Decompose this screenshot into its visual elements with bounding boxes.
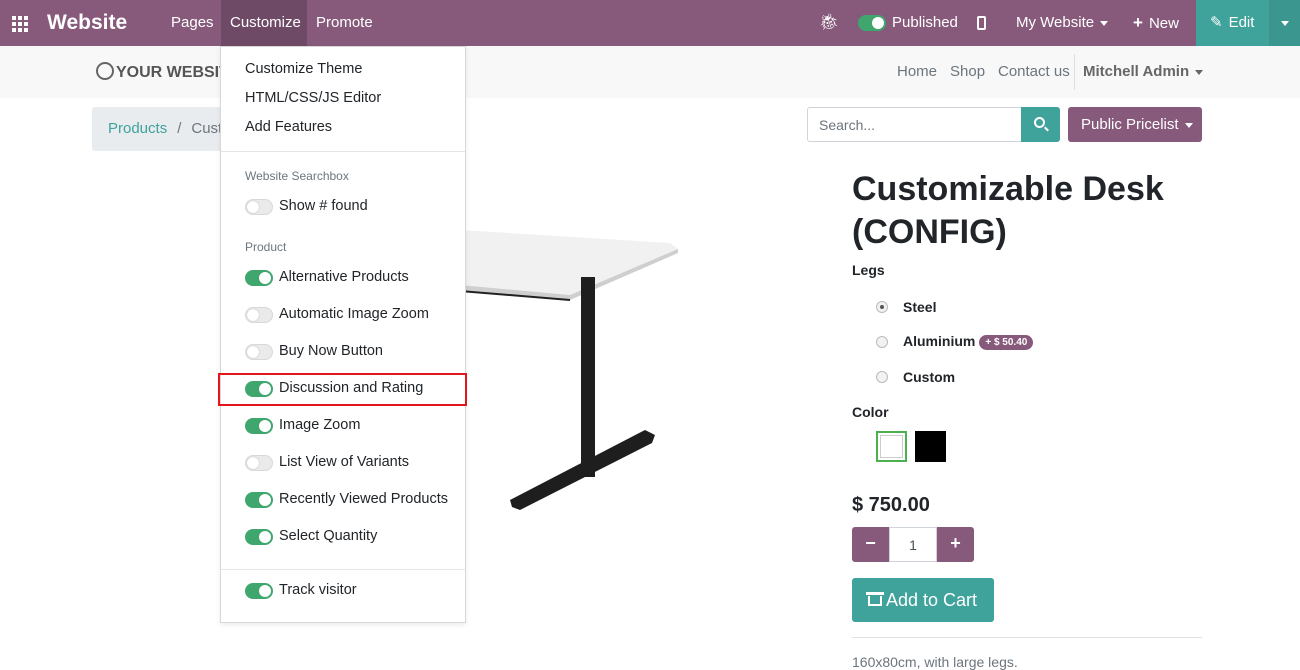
legs-radio-steel[interactable] bbox=[876, 301, 888, 313]
option-label: Track visitor bbox=[279, 582, 357, 598]
toggle-switch[interactable] bbox=[245, 418, 273, 434]
search-icon bbox=[1034, 117, 1045, 128]
option-image-zoom[interactable]: Image Zoom bbox=[221, 411, 465, 441]
search-button[interactable] bbox=[1021, 107, 1060, 142]
legs-option-aluminium[interactable]: Aluminium + $ 50.40 bbox=[903, 333, 1034, 350]
product-description: 160x80cm, with large legs. bbox=[852, 654, 1018, 670]
toggle-switch[interactable] bbox=[245, 199, 273, 215]
color-label: Color bbox=[852, 404, 889, 420]
chevron-down-icon bbox=[1100, 20, 1109, 26]
legs-option-aluminium-label: Aluminium bbox=[903, 333, 976, 349]
product-price: $ 750.00 bbox=[852, 494, 930, 516]
toggle-switch[interactable] bbox=[245, 307, 273, 323]
pencil-icon: ✎ bbox=[1210, 14, 1223, 31]
cart-icon bbox=[866, 592, 884, 606]
option-label: Show # found bbox=[279, 198, 368, 214]
breadcrumb-products[interactable]: Products bbox=[108, 120, 167, 137]
toggle-switch[interactable] bbox=[245, 492, 273, 508]
menu-customize[interactable]: Customize bbox=[221, 0, 307, 46]
menu-divider bbox=[221, 151, 465, 152]
option-label: Alternative Products bbox=[279, 269, 409, 285]
app-title[interactable]: Website bbox=[47, 0, 127, 46]
apps-grid-icon[interactable] bbox=[12, 0, 30, 46]
product-image[interactable] bbox=[440, 225, 690, 525]
menu-divider bbox=[221, 569, 465, 570]
website-switcher[interactable]: My Website bbox=[1016, 0, 1109, 46]
toggle-switch[interactable] bbox=[245, 529, 273, 545]
toggle-switch[interactable] bbox=[245, 270, 273, 286]
chevron-down-icon bbox=[1280, 20, 1289, 26]
legs-radio-custom[interactable] bbox=[876, 371, 888, 383]
menu-item-html-css-js-editor[interactable]: HTML/CSS/JS Editor bbox=[245, 90, 381, 106]
search-input[interactable] bbox=[807, 107, 1022, 142]
published-label[interactable]: Published bbox=[892, 0, 958, 46]
debug-bug-icon[interactable]: 🐞︎ bbox=[819, 0, 839, 46]
searchbox-section-header: Website Searchbox bbox=[245, 169, 349, 183]
option-show-found[interactable]: Show # found bbox=[221, 192, 465, 222]
add-to-cart-label: Add to Cart bbox=[886, 590, 978, 610]
option-label: Recently Viewed Products bbox=[279, 491, 448, 507]
legs-radio-aluminium[interactable] bbox=[876, 336, 888, 348]
quantity-input[interactable] bbox=[889, 527, 937, 562]
quantity-increase-button[interactable]: + bbox=[937, 527, 974, 562]
product-section-header: Product bbox=[245, 240, 287, 254]
menu-promote[interactable]: Promote bbox=[316, 0, 373, 46]
option-buy-now-button[interactable]: Buy Now Button bbox=[221, 337, 465, 367]
site-header: YOUR WEBSITE Home Shop Contact us Mitche… bbox=[0, 46, 1300, 98]
option-label: List View of Variants bbox=[279, 454, 410, 470]
option-list-view-of-variants[interactable]: List View of Variants bbox=[221, 448, 465, 478]
option-label: Select Quantity bbox=[279, 528, 378, 544]
option-label: Image Zoom bbox=[279, 417, 361, 433]
legs-label: Legs bbox=[852, 262, 885, 278]
edit-button[interactable]: ✎ Edit bbox=[1196, 0, 1269, 46]
globe-icon bbox=[96, 62, 114, 80]
product-divider bbox=[852, 637, 1202, 638]
product-title: Customizable Desk (CONFIG) bbox=[852, 170, 1164, 251]
option-label: Buy Now Button bbox=[279, 343, 383, 359]
quantity-decrease-button[interactable]: − bbox=[852, 527, 889, 562]
nav-divider bbox=[1074, 54, 1075, 90]
pricelist-dropdown[interactable]: Public Pricelist bbox=[1068, 107, 1202, 142]
option-track-visitor[interactable]: Track visitor bbox=[221, 576, 465, 606]
breadcrumb-separator: / bbox=[177, 120, 182, 137]
color-swatch-black[interactable] bbox=[915, 431, 946, 462]
user-menu[interactable]: Mitchell Admin bbox=[1083, 63, 1204, 80]
legs-option-custom[interactable]: Custom bbox=[903, 369, 955, 385]
edit-dropdown-toggle[interactable] bbox=[1269, 0, 1300, 46]
menu-item-customize-theme[interactable]: Customize Theme bbox=[245, 61, 362, 77]
color-swatch-white[interactable] bbox=[876, 431, 907, 462]
menu-item-add-features[interactable]: Add Features bbox=[245, 119, 332, 135]
menu-pages[interactable]: Pages bbox=[171, 0, 214, 46]
user-name: Mitchell Admin bbox=[1083, 63, 1190, 80]
new-button-label: New bbox=[1148, 15, 1179, 32]
top-navbar: Website Pages Customize Promote 🐞︎ Publi… bbox=[0, 0, 1300, 46]
customize-dropdown-menu: Customize Theme HTML/CSS/JS Editor Add F… bbox=[220, 46, 466, 623]
option-label: Automatic Image Zoom bbox=[279, 306, 429, 322]
website-switcher-label: My Website bbox=[1016, 14, 1095, 31]
toggle-switch[interactable] bbox=[245, 583, 273, 599]
toggle-switch[interactable] bbox=[245, 455, 273, 471]
nav-home[interactable]: Home bbox=[897, 63, 937, 80]
toggle-switch[interactable] bbox=[245, 344, 273, 360]
option-automatic-image-zoom[interactable]: Automatic Image Zoom bbox=[221, 300, 465, 330]
option-alternative-products[interactable]: Alternative Products bbox=[221, 263, 465, 293]
published-toggle[interactable] bbox=[858, 15, 886, 31]
nav-contact-us[interactable]: Contact us bbox=[998, 63, 1070, 80]
legs-option-steel[interactable]: Steel bbox=[903, 299, 936, 315]
price-extra-badge: + $ 50.40 bbox=[979, 335, 1034, 350]
option-recently-viewed-products[interactable]: Recently Viewed Products bbox=[221, 485, 465, 515]
edit-button-label: Edit bbox=[1228, 14, 1255, 31]
chevron-down-icon bbox=[1184, 122, 1193, 128]
nav-shop[interactable]: Shop bbox=[950, 63, 985, 80]
add-to-cart-button[interactable]: Add to Cart bbox=[852, 578, 994, 622]
chevron-down-icon bbox=[1195, 69, 1204, 75]
option-select-quantity[interactable]: Select Quantity bbox=[221, 522, 465, 552]
site-logo[interactable]: YOUR WEBSITE bbox=[96, 62, 240, 82]
pricelist-label: Public Pricelist bbox=[1081, 116, 1179, 133]
new-button[interactable]: + New bbox=[1133, 0, 1179, 46]
plus-icon: + bbox=[1133, 13, 1143, 32]
highlight-box bbox=[218, 373, 467, 406]
